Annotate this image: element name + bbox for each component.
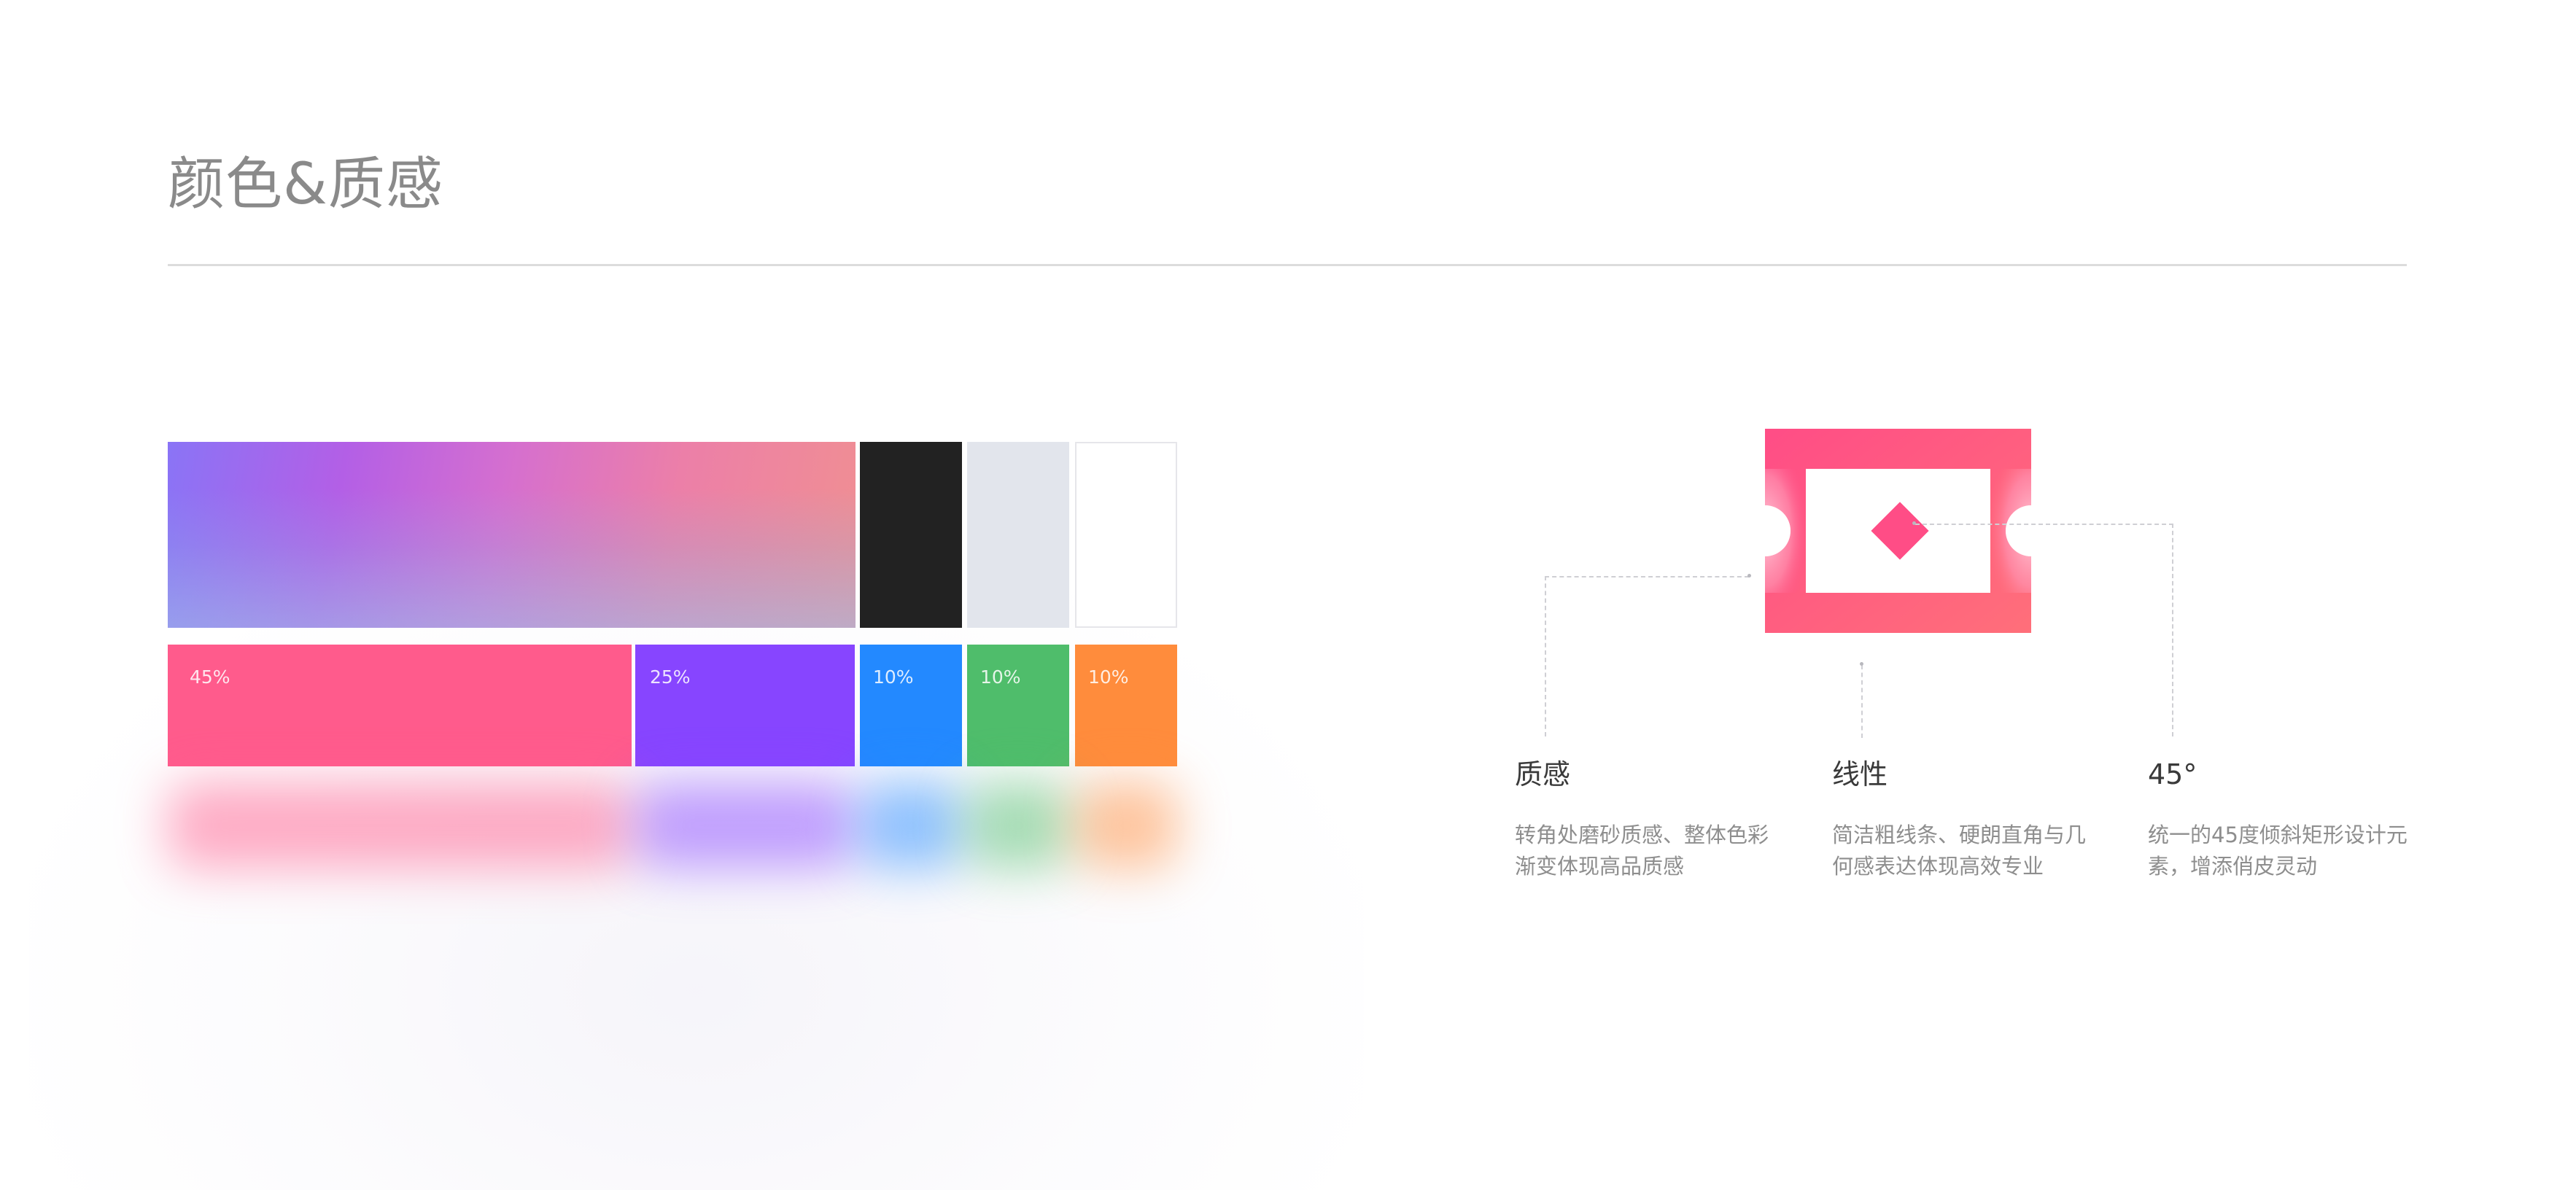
feature-title-linear: 线性 [1832, 758, 1888, 790]
reflection-purple [635, 782, 855, 869]
page-title: 颜色&质感 [168, 152, 443, 217]
reflection-orange [1075, 782, 1177, 869]
ratio-swatch-purple: 25% [635, 645, 855, 766]
reflection-pink [168, 782, 632, 869]
feature-title-texture: 质感 [1515, 758, 1571, 790]
leader-dot [1912, 521, 1916, 525]
ratio-label: 10% [1088, 666, 1129, 688]
leader-dot [1747, 574, 1751, 578]
reflection-blue [860, 782, 962, 869]
ratio-swatch-pink: 45% [168, 645, 632, 766]
ratio-label: 10% [980, 666, 1021, 688]
white-swatch [1075, 442, 1177, 628]
ratio-swatch-green: 10% [967, 645, 1069, 766]
leader-line [1545, 576, 1546, 736]
title-divider [168, 264, 2407, 266]
feature-desc-linear: 简洁粗线条、硬朗直角与几何感表达体现高效专业 [1832, 822, 2087, 879]
leader-line [1861, 665, 1863, 738]
ratio-label: 10% [873, 666, 914, 688]
ratio-label: 25% [650, 666, 691, 688]
gradient-swatch [168, 442, 856, 628]
leader-line [1915, 524, 2173, 525]
feature-title-45deg: 45° [2148, 758, 2197, 790]
ticket-diamond-icon [1765, 429, 2031, 633]
ratio-swatch-orange: 10% [1075, 645, 1177, 766]
ratio-label: 45% [190, 666, 230, 688]
feature-desc-45deg: 统一的45度倾斜矩形设计元素，增添俏皮灵动 [2148, 822, 2408, 879]
leader-dot [1860, 662, 1863, 666]
ratio-swatch-blue: 10% [860, 645, 962, 766]
leader-line [2172, 524, 2173, 736]
gray-swatch [967, 442, 1069, 628]
black-swatch [860, 442, 962, 628]
reflection-green [967, 782, 1069, 869]
leader-line [1545, 576, 1749, 578]
feature-desc-texture: 转角处磨砂质感、整体色彩渐变体现高品质感 [1515, 822, 1769, 879]
page: 颜色&质感 45% 25% 10% 10% 10% 质感 转角处磨砂质感、整体色… [0, 0, 2576, 1190]
